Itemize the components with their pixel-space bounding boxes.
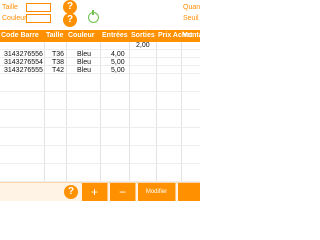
help-button-couleur[interactable]: ? — [63, 13, 77, 27]
header-code-barre: Code Barre — [1, 32, 39, 39]
taille-cell: T42 — [52, 67, 65, 74]
remove-button[interactable]: − — [110, 183, 136, 201]
help-button-taille[interactable]: ? — [63, 0, 77, 14]
code-barre-cell: 3143276554 — [4, 59, 43, 66]
code-barre-cell: 3143276555 — [4, 67, 43, 74]
header-entrees: Entrées — [102, 32, 128, 39]
quantity-label: Quan — [183, 4, 201, 11]
entrees-cell: 4,00 — [111, 51, 125, 58]
header-taille: Taille — [46, 32, 64, 39]
header-montant: Montant — [182, 32, 210, 39]
taille-cell: T38 — [52, 59, 65, 66]
entrees-cell: 5,00 — [111, 67, 125, 74]
extra-button[interactable] — [178, 183, 200, 201]
couleur-label: Couleur — [2, 15, 27, 22]
couleur-cell: Bleu — [77, 51, 92, 58]
modifier-button[interactable]: Modifier — [138, 183, 176, 201]
header-couleur: Couleur — [68, 32, 95, 39]
table-header: Code Barre Taille Couleur Entrées Sortie… — [0, 30, 209, 42]
code-barre-cell: 3143276556 — [4, 51, 43, 58]
couleur-cell: Bleu — [77, 59, 92, 66]
seuil-label: Seuil — [183, 15, 199, 22]
help-button-bottom[interactable]: ? — [64, 185, 78, 199]
taille-cell: T36 — [52, 51, 65, 58]
bottom-toolbar: ? + − Modifier — [0, 182, 200, 201]
taille-input[interactable] — [26, 3, 51, 12]
couleur-input[interactable] — [26, 14, 51, 23]
entrees-cell: 5,00 — [111, 59, 125, 66]
header-sorties: Sorties — [131, 32, 155, 39]
add-button[interactable]: + — [82, 183, 108, 201]
taille-label: Taille — [2, 4, 18, 11]
table-grid: 2,00 3143276556 T36 Bleu 4,00 3143276554… — [0, 42, 200, 182]
couleur-cell: Bleu — [77, 67, 92, 74]
power-icon[interactable] — [88, 10, 99, 23]
prix-achat-value: 2,00 — [136, 42, 150, 49]
